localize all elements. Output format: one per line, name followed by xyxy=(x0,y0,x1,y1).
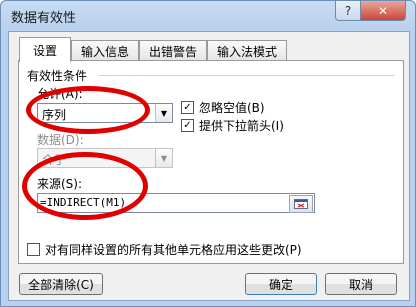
section-divider xyxy=(99,75,395,76)
clear-all-label: 全部清除(C) xyxy=(28,277,94,292)
collapse-dialog-button[interactable] xyxy=(289,195,313,213)
allow-select-value: 序列 xyxy=(42,108,67,122)
apply-all-checkbox[interactable] xyxy=(27,243,40,256)
close-button[interactable]: ✕ xyxy=(360,1,406,21)
close-icon: ✕ xyxy=(377,3,389,18)
ok-button[interactable]: 确定 xyxy=(245,273,317,295)
data-label: 数据(D): xyxy=(37,133,84,147)
dialog-title: 数据有效性 xyxy=(11,11,77,26)
tab-input-message[interactable]: 输入信息 xyxy=(71,40,139,61)
allow-select[interactable]: 序列 ▼ xyxy=(37,103,173,123)
tab-error-alert[interactable]: 出错警告 xyxy=(139,40,207,61)
tab-settings-label: 设置 xyxy=(32,43,57,58)
cancel-button[interactable]: 取消 xyxy=(325,273,397,295)
source-input-value: =INDIRECT(M1) xyxy=(40,196,127,209)
range-select-icon xyxy=(294,199,308,209)
tab-ime-mode[interactable]: 输入法模式 xyxy=(207,40,287,61)
tab-settings[interactable]: 设置 xyxy=(19,37,71,62)
data-select: 介于 ▼ xyxy=(37,148,173,168)
tab-ime-mode-label: 输入法模式 xyxy=(216,44,277,59)
dropdown-arrow-checkbox[interactable]: ✓ xyxy=(181,119,194,132)
ignore-blank-checkbox[interactable]: ✓ xyxy=(181,101,194,114)
source-label: 来源(S): xyxy=(37,177,83,191)
settings-panel: 有效性条件 允许(A): 序列 ▼ ✓ 忽略空值(B) ✓ 提供下拉箭头(I) … xyxy=(18,60,404,264)
title-bar[interactable]: 数据有效性 ? ✕ xyxy=(1,1,415,31)
section-title: 有效性条件 xyxy=(27,69,88,83)
chevron-down-icon: ▼ xyxy=(155,149,172,167)
chevron-down-icon[interactable]: ▼ xyxy=(155,104,172,122)
data-validation-dialog: 数据有效性 ? ✕ 设置 输入信息 出错警告 输入法模式 有效性条件 允许(A)… xyxy=(0,0,416,307)
cancel-label: 取消 xyxy=(348,277,373,292)
apply-all-label: 对有同样设置的所有其他单元格应用这些更改(P) xyxy=(45,243,302,257)
tab-input-message-label: 输入信息 xyxy=(80,44,129,59)
tab-error-alert-label: 出错警告 xyxy=(148,44,197,59)
dropdown-arrow-label: 提供下拉箭头(I) xyxy=(199,119,284,133)
help-icon: ? xyxy=(344,3,352,18)
source-input[interactable]: =INDIRECT(M1) xyxy=(37,193,315,213)
allow-label: 允许(A): xyxy=(37,87,83,101)
data-select-value: 介于 xyxy=(42,153,67,167)
clear-all-button[interactable]: 全部清除(C) xyxy=(19,273,103,295)
dialog-body: 设置 输入信息 出错警告 输入法模式 有效性条件 允许(A): 序列 ▼ ✓ 忽… xyxy=(8,31,410,301)
help-button[interactable]: ? xyxy=(335,1,361,21)
ignore-blank-label: 忽略空值(B) xyxy=(199,101,265,115)
ok-label: 确定 xyxy=(268,277,293,292)
